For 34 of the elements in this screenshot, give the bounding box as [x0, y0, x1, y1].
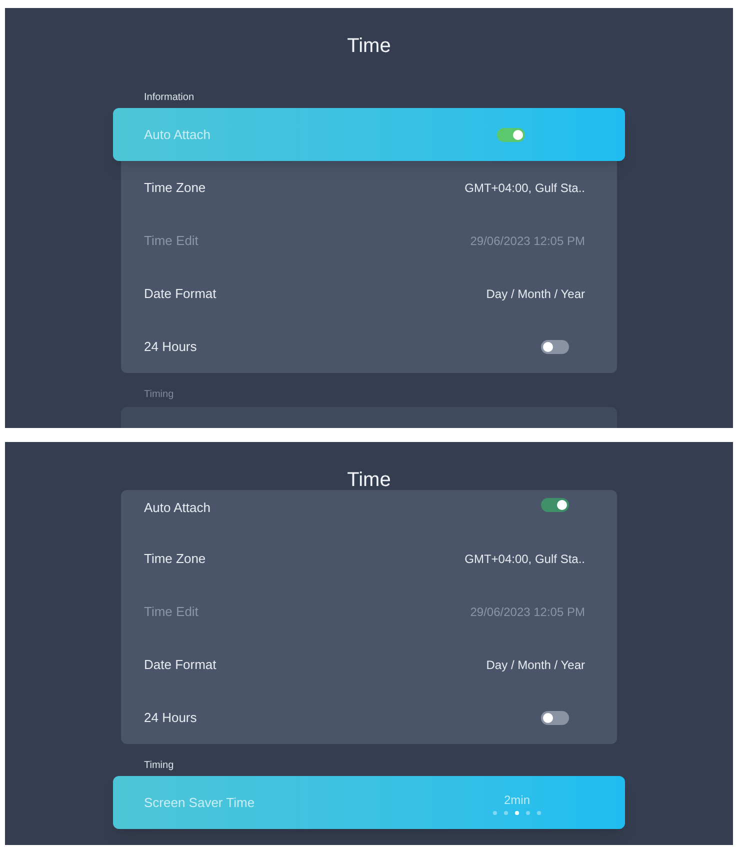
setting-label: Time Zone: [144, 178, 206, 197]
screen-title: Time: [347, 34, 391, 59]
setting-value: 2min: [504, 792, 530, 808]
setting-value: 29/06/2023 12:05 PM: [470, 604, 585, 620]
setting-label: Auto Attach: [144, 499, 210, 517]
setting-value: Day / Month / Year: [486, 656, 585, 674]
section-label: Timing: [144, 758, 174, 772]
setting-row[interactable]: Time Zone GMT+04:00, Gulf Sta..: [121, 161, 617, 214]
setting-value: Day / Month / Year: [486, 286, 585, 302]
setting-label: Date Format: [144, 656, 216, 674]
section-label: Timing: [144, 388, 174, 402]
setting-value: GMT+04:00, Gulf Sta..: [464, 550, 585, 568]
setting-row[interactable]: Auto Attach: [121, 490, 617, 532]
setting-label: Time Zone: [144, 550, 206, 568]
screen-title: Time: [347, 468, 391, 490]
toggle-switch[interactable]: [541, 498, 569, 512]
setting-row[interactable]: 24 Hours: [121, 691, 617, 744]
setting-label: Time Edit: [144, 232, 198, 250]
setting-row[interactable]: Date Format Day / Month / Year: [121, 267, 617, 320]
setting-label: 24 Hours: [144, 708, 197, 727]
setting-label: Auto Attach: [144, 126, 210, 144]
setting-label: 24 Hours: [144, 338, 197, 356]
setting-row[interactable]: 24 Hours: [121, 320, 617, 373]
setting-value: GMT+04:00, Gulf Sta..: [464, 180, 585, 196]
setting-value: 29/06/2023 12:05 PM: [470, 232, 585, 250]
setting-label: Date Format: [144, 284, 216, 303]
toggle-switch[interactable]: [541, 710, 569, 724]
setting-label: Screen Saver Time: [144, 794, 255, 812]
toggle-switch[interactable]: [497, 128, 525, 142]
section-label: Information: [144, 90, 194, 104]
toggle-switch[interactable]: [541, 340, 569, 354]
setting-row[interactable]: Time Zone GMT+04:00, Gulf Sta..: [121, 532, 617, 585]
setting-label: Time Edit: [144, 602, 198, 621]
setting-row[interactable]: Date Format Day / Month / Year: [121, 638, 617, 691]
